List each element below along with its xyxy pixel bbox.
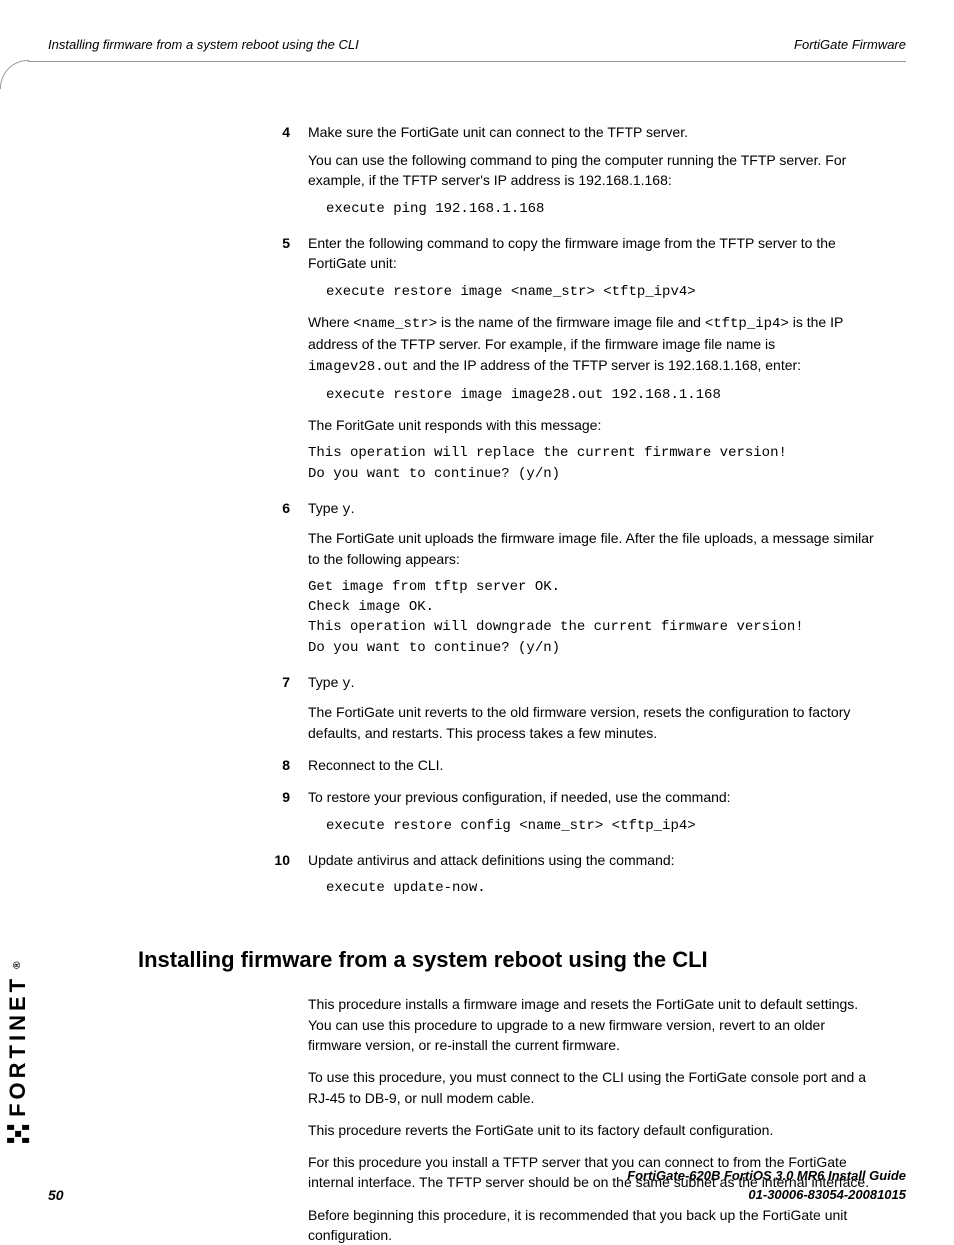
section-intro: This procedure installs a firmware image… <box>308 994 876 1245</box>
inline-code: <name_str> <box>353 316 437 332</box>
inline-code: y <box>342 502 350 518</box>
step-number: 6 <box>268 498 308 668</box>
inline-code: y <box>342 676 350 692</box>
footer-doc-info: FortiGate-620B FortiOS 3.0 MR6 Install G… <box>627 1167 906 1205</box>
trademark-symbol: ® <box>11 962 26 969</box>
step-number: 9 <box>268 787 308 846</box>
section-heading: Installing firmware from a system reboot… <box>138 944 876 976</box>
step-4: 4 Make sure the FortiGate unit can conne… <box>308 122 876 229</box>
code-block: execute ping 192.168.1.168 <box>326 199 876 219</box>
inline-code: <tftp_ip4> <box>705 316 789 332</box>
paragraph: Before beginning this procedure, it is r… <box>308 1205 876 1245</box>
step-body: Reconnect to the CLI. <box>308 755 876 783</box>
footer-guide-title: FortiGate-620B FortiOS 3.0 MR6 Install G… <box>627 1167 906 1186</box>
step-body: To restore your previous configuration, … <box>308 787 876 846</box>
step-text: You can use the following command to pin… <box>308 150 876 191</box>
step-text: Type y. <box>308 498 876 520</box>
step-text: The FortiGate unit uploads the firmware … <box>308 528 876 569</box>
code-block: execute restore config <name_str> <tftp_… <box>326 816 876 836</box>
code-block: Get image from tftp server OK. Check ima… <box>308 577 876 658</box>
step-number: 4 <box>268 122 308 229</box>
page-number: 50 <box>48 1185 64 1205</box>
step-text: Make sure the FortiGate unit can connect… <box>308 122 876 142</box>
code-block: execute update-now. <box>326 878 876 898</box>
step-body: Update antivirus and attack definitions … <box>308 850 876 909</box>
code-block: execute restore image <name_str> <tftp_i… <box>326 282 876 302</box>
inline-code: imagev28.out <box>308 359 409 375</box>
step-text: Where <name_str> is the name of the firm… <box>308 312 876 377</box>
page-header: Installing firmware from a system reboot… <box>28 36 906 62</box>
step-body: Make sure the FortiGate unit can connect… <box>308 122 876 229</box>
step-7: 7 Type y. The FortiGate unit reverts to … <box>308 672 876 751</box>
step-text: Type y. <box>308 672 876 694</box>
footer-doc-id: 01-30006-83054-20081015 <box>627 1186 906 1205</box>
step-number: 10 <box>268 850 308 909</box>
paragraph: This procedure reverts the FortiGate uni… <box>308 1120 876 1140</box>
step-text: Reconnect to the CLI. <box>308 755 876 775</box>
header-chapter-title: FortiGate Firmware <box>794 36 906 55</box>
step-body: Enter the following command to copy the … <box>308 233 876 494</box>
paragraph: This procedure installs a firmware image… <box>308 994 876 1055</box>
main-content: 4 Make sure the FortiGate unit can conne… <box>308 122 876 1245</box>
step-6: 6 Type y. The FortiGate unit uploads the… <box>308 498 876 668</box>
step-number: 7 <box>268 672 308 751</box>
step-number: 5 <box>268 233 308 494</box>
step-text: The FortiGate unit reverts to the old fi… <box>308 702 876 743</box>
step-8: 8 Reconnect to the CLI. <box>308 755 876 783</box>
paragraph: To use this procedure, you must connect … <box>308 1067 876 1108</box>
step-number: 8 <box>268 755 308 783</box>
header-section-title: Installing firmware from a system reboot… <box>48 36 359 55</box>
fortinet-logo-text: FORTINET <box>2 975 34 1117</box>
code-block: This operation will replace the current … <box>308 443 876 484</box>
step-10: 10 Update antivirus and attack definitio… <box>308 850 876 909</box>
page-footer: 50 FortiGate-620B FortiOS 3.0 MR6 Instal… <box>48 1167 906 1205</box>
step-text: Enter the following command to copy the … <box>308 233 876 274</box>
step-text: The ForitGate unit responds with this me… <box>308 415 876 435</box>
step-text: To restore your previous configuration, … <box>308 787 876 807</box>
step-body: Type y. The FortiGate unit reverts to th… <box>308 672 876 751</box>
step-text: Update antivirus and attack definitions … <box>308 850 876 870</box>
fortinet-logo-icon <box>7 1125 29 1143</box>
step-9: 9 To restore your previous configuration… <box>308 787 876 846</box>
step-body: Type y. The FortiGate unit uploads the f… <box>308 498 876 668</box>
step-5: 5 Enter the following command to copy th… <box>308 233 876 494</box>
code-block: execute restore image image28.out 192.16… <box>326 385 876 405</box>
fortinet-logo: FORTINET ® <box>2 962 34 1145</box>
